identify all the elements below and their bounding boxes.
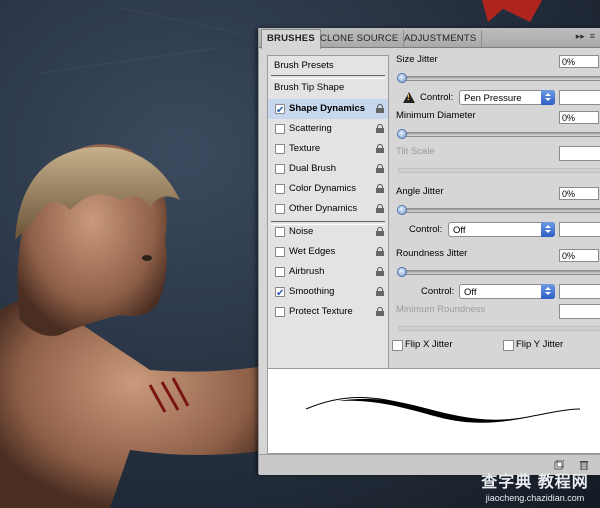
list-item-color-dynamics[interactable]: Color Dynamics [268,179,388,199]
tilt-scale-slider [398,168,600,173]
lock-icon[interactable] [376,184,384,193]
new-brush-icon[interactable] [554,460,564,470]
flip-y-label: Flip Y Jitter [516,339,564,350]
list-item-smoothing[interactable]: Smoothing [268,282,388,304]
slider-thumb[interactable] [397,205,407,215]
roundness-jitter-input[interactable]: 0% [559,249,599,262]
slider-thumb[interactable] [397,129,407,139]
angle-jitter-input[interactable]: 0% [559,187,599,200]
list-item-texture[interactable]: Texture [268,139,388,159]
protect-texture-checkbox[interactable] [275,307,285,317]
tilt-scale-input [559,146,600,161]
lock-icon[interactable] [376,164,384,173]
select-arrow-icon [541,222,555,237]
list-item-noise[interactable]: Noise [268,222,388,242]
lock-icon[interactable] [376,124,384,133]
minimum-diameter-input[interactable]: 0% [559,111,599,124]
lock-icon[interactable] [376,227,384,236]
list-item-other-dynamics[interactable]: Other Dynamics [268,199,388,219]
minimum-diameter-label: Minimum Diameter [396,110,476,121]
list-item-airbrush[interactable]: Airbrush [268,262,388,282]
flip-y-checkbox[interactable] [503,340,514,351]
size-jitter-input[interactable]: 0% [559,55,599,68]
lock-icon[interactable] [376,144,384,153]
list-item-scattering[interactable]: Scattering [268,119,388,139]
color-dynamics-checkbox[interactable] [275,184,285,194]
texture-checkbox[interactable] [275,144,285,154]
minimum-roundness-slider [398,326,600,331]
lock-icon[interactable] [376,307,384,316]
brush-tip-shape-item[interactable]: Brush Tip Shape [268,78,388,98]
slider-thumb[interactable] [397,73,407,83]
person-photo [0,144,270,508]
roundness-control-field[interactable] [559,284,600,299]
list-item-dual-brush[interactable]: Dual Brush [268,159,388,179]
list-item-protect-texture[interactable]: Protect Texture [268,302,388,322]
control-label: Control: [421,286,455,297]
tilt-scale-label: Tilt Scale [396,146,435,157]
lock-icon[interactable] [376,104,384,113]
angle-control-field[interactable] [559,222,600,237]
lock-icon[interactable] [376,204,384,213]
wet-edges-checkbox[interactable] [275,247,285,257]
slider-thumb[interactable] [397,267,407,277]
roundness-jitter-slider[interactable] [397,267,600,277]
tab-adjustments[interactable]: ADJUSTMENTS [399,30,483,47]
angle-jitter-slider[interactable] [397,205,600,215]
minimum-roundness-label: Minimum Roundness [396,304,486,315]
size-control-field[interactable] [559,90,600,105]
shape-dynamics-checkbox[interactable] [275,101,285,121]
lock-icon[interactable] [376,267,384,276]
brushes-panel: BRUSHES CLONE SOURCE ADJUSTMENTS ▸▸ ≡ Br… [258,28,600,475]
smoothing-checkbox[interactable] [275,284,285,304]
trash-icon[interactable] [579,460,589,470]
brush-stroke-preview [267,368,600,454]
select-arrow-icon [541,90,555,105]
airbrush-checkbox[interactable] [275,267,285,277]
noise-checkbox[interactable] [275,227,285,237]
other-dynamics-checkbox[interactable] [275,204,285,214]
minimum-roundness-input [559,304,600,319]
panel-footer [259,454,600,475]
site-watermark: 查字典 教程网 jiaocheng.chazidian.com [481,474,589,503]
brush-stroke-icon [305,396,581,423]
brush-presets-item[interactable]: Brush Presets [268,56,388,76]
list-item-wet-edges[interactable]: Wet Edges [268,242,388,262]
size-jitter-label: Size Jitter [396,54,438,65]
tab-brushes[interactable]: BRUSHES [261,29,321,49]
list-item-shape-dynamics[interactable]: Shape Dynamics [268,99,388,121]
warning-icon: ! [403,92,415,103]
control-label: Control: [420,92,454,103]
minimum-diameter-slider[interactable] [397,129,600,139]
select-arrow-icon [541,284,555,299]
angle-control-select[interactable]: Off [448,222,555,237]
scattering-checkbox[interactable] [275,124,285,134]
size-jitter-slider[interactable] [397,73,600,83]
dual-brush-checkbox[interactable] [275,164,285,174]
roundness-jitter-label: Roundness Jitter [396,248,468,259]
flip-x-label: Flip X Jitter [405,339,453,350]
control-label: Control: [409,224,443,235]
angle-jitter-label: Angle Jitter [396,186,444,197]
lock-icon[interactable] [376,247,384,256]
size-control-select[interactable]: Pen Pressure [459,90,555,105]
lock-icon[interactable] [376,287,384,296]
roundness-control-select[interactable]: Off [459,284,555,299]
panel-tab-bar: BRUSHES CLONE SOURCE ADJUSTMENTS ▸▸ ≡ [259,28,600,49]
panel-menu-icon[interactable]: ▸▸ ≡ [576,31,595,42]
tab-clone-source[interactable]: CLONE SOURCE [315,30,405,47]
brush-options-list: Brush Presets Brush Tip Shape Shape Dyna… [267,55,389,385]
flip-x-checkbox[interactable] [392,340,403,351]
